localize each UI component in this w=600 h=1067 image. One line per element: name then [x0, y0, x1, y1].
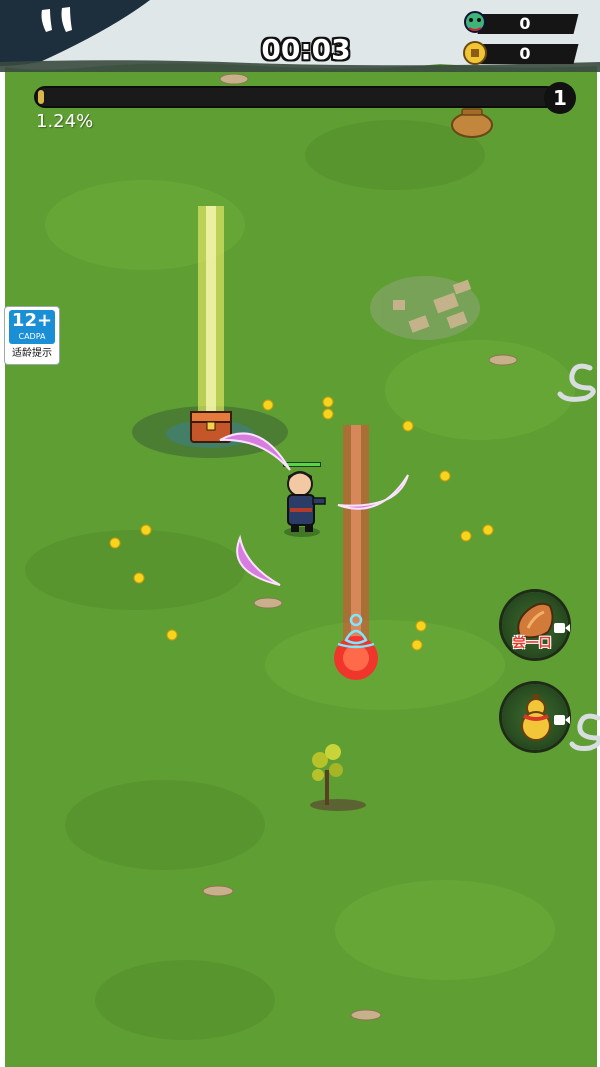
age-rating-org: CADPA	[18, 332, 46, 341]
video-ad-icon	[554, 623, 570, 633]
gourd-skill-button[interactable]	[496, 684, 574, 754]
progress-fill	[38, 90, 44, 104]
taste-skill-caption: 尝一口	[512, 636, 552, 651]
green-demon-icon	[460, 8, 490, 38]
coin-count: 0	[519, 44, 531, 63]
kill-count: 0	[519, 14, 531, 33]
age-rating-label: 12+	[11, 310, 53, 331]
game-screen: 00:03 0 0 1 1.24% 12+ CADPA 适龄提示 尝一口	[0, 0, 600, 1067]
ruin-tiles	[370, 276, 480, 340]
kill-counter: 0	[460, 11, 579, 36]
progress-percent: 1.24%	[36, 111, 94, 132]
age-rating-note: 适龄提示	[12, 348, 52, 359]
game-timer: 00:03	[261, 33, 351, 66]
age-rating-box: 12+ CADPA	[9, 310, 55, 344]
taste-skill-button[interactable]: 尝一口	[496, 592, 574, 662]
level-badge: 1	[544, 82, 576, 114]
small-tree-icon	[310, 744, 366, 811]
coin-counter: 0	[460, 41, 579, 66]
progress-track	[36, 88, 556, 106]
age-rating-badge[interactable]: 12+ CADPA 适龄提示	[4, 306, 60, 365]
video-ad-icon	[554, 715, 570, 725]
world-layer	[109, 73, 600, 1021]
hero-character	[283, 462, 326, 537]
copper-coin-icon	[460, 38, 490, 68]
pause-button[interactable]	[10, 0, 98, 60]
